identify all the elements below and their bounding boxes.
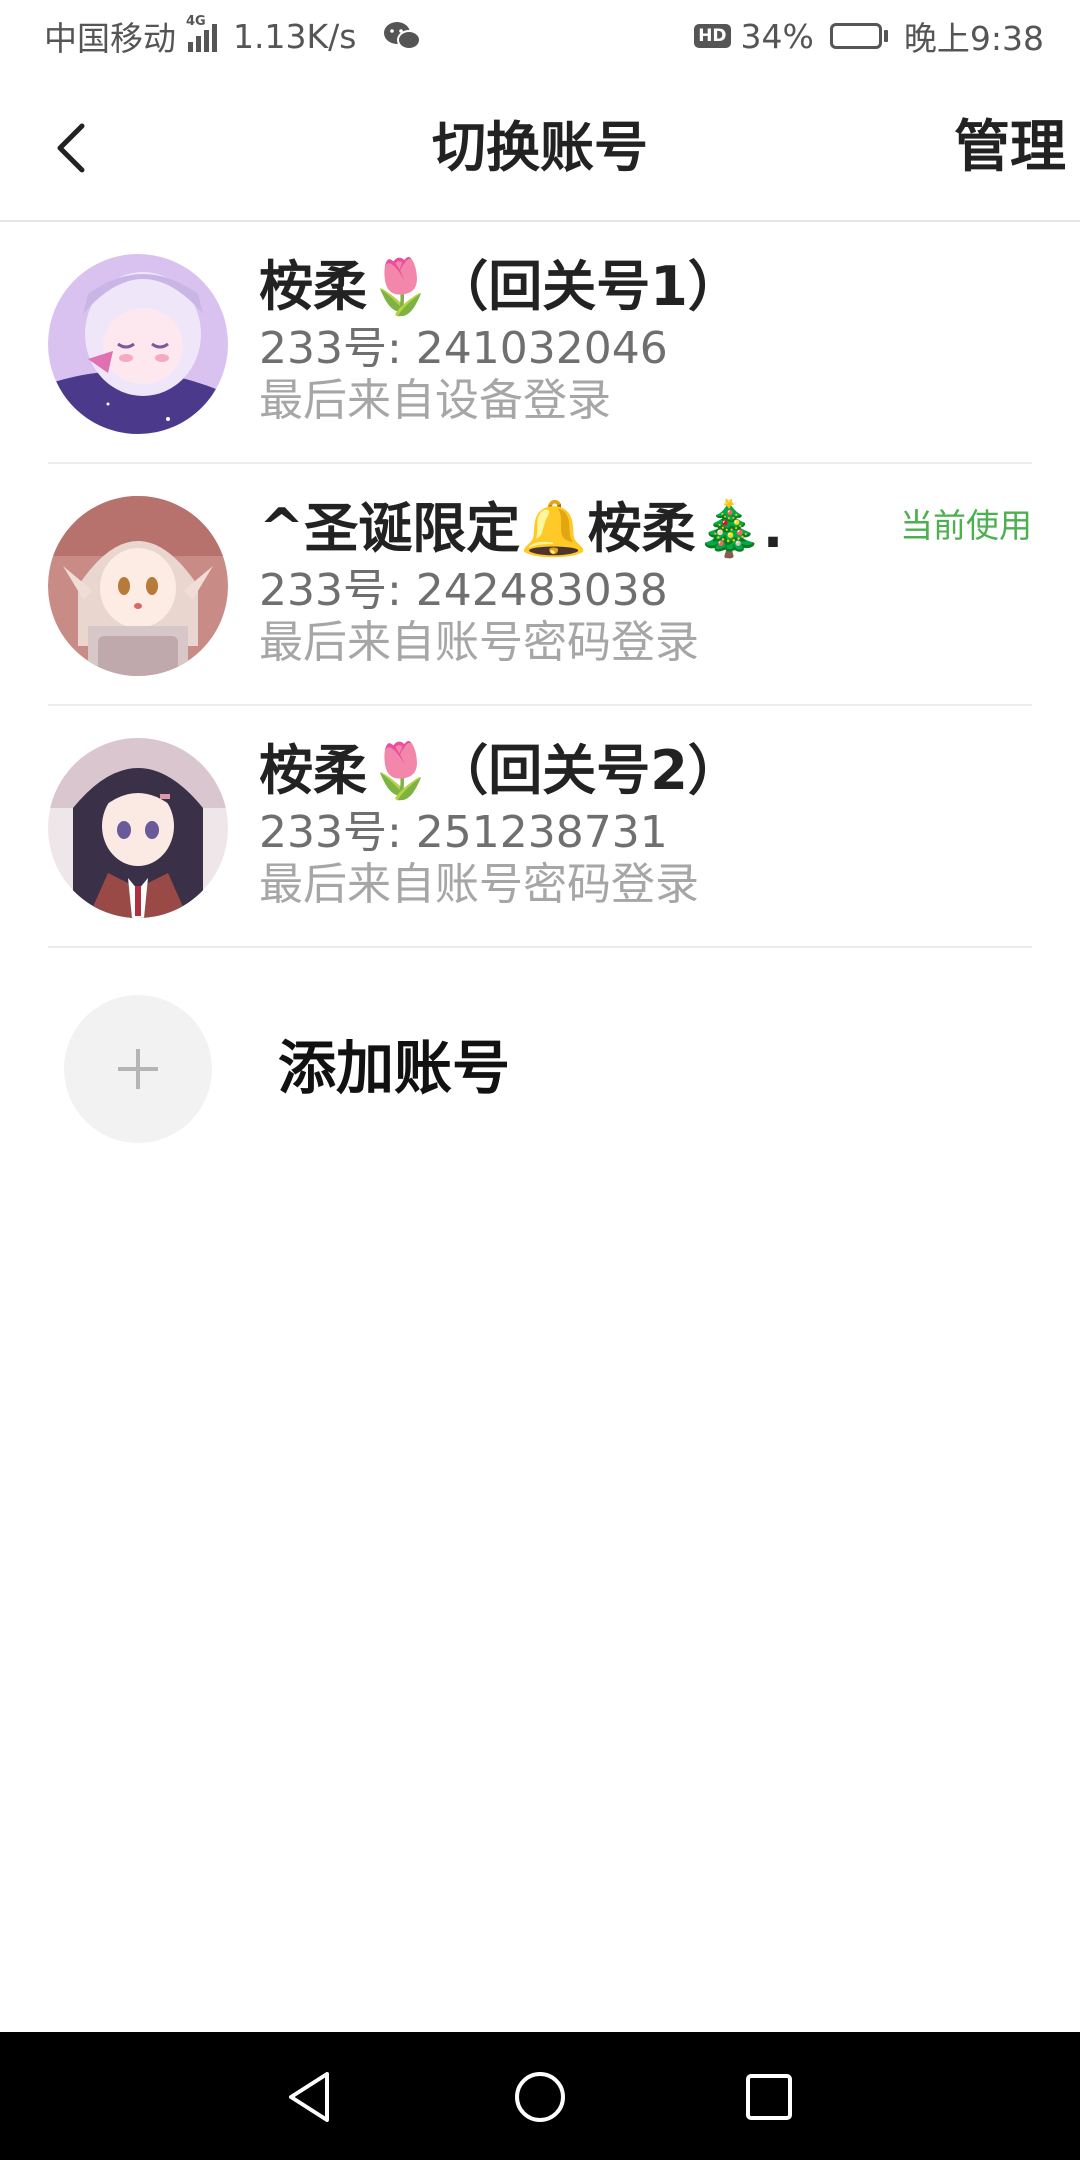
manage-button[interactable]: 管理	[954, 116, 1066, 180]
clock: 晚上9:38	[903, 19, 1044, 58]
current-account-badge: 当前使用	[900, 506, 1032, 545]
account-list: 桉柔🌷（回关号1） 233号: 241032046 最后来自设备登录 ^圣诞限定…	[0, 222, 1080, 948]
status-right: HD 34% 晚上9:38	[694, 12, 1044, 60]
account-name: ^圣诞限定🔔桉柔🎄.	[259, 497, 784, 560]
add-account-button[interactable]: 添加账号	[64, 995, 1024, 1145]
account-id: 233号: 242483038	[259, 565, 668, 616]
avatar	[48, 254, 228, 434]
circle-home-icon[interactable]	[505, 2062, 575, 2132]
account-row[interactable]: 桉柔🌷（回关号1） 233号: 241032046 最后来自设备登录	[48, 222, 1032, 464]
account-row[interactable]: ^圣诞限定🔔桉柔🎄. 当前使用 233号: 242483038 最后来自账号密码…	[48, 464, 1032, 706]
battery-percent: 34%	[740, 16, 814, 56]
plus-icon	[64, 995, 212, 1143]
wechat-icon	[384, 22, 422, 50]
account-id: 233号: 241032046	[259, 323, 668, 374]
account-id: 233号: 251238731	[259, 807, 668, 858]
square-recents-icon[interactable]	[734, 2062, 804, 2132]
avatar	[48, 738, 228, 918]
status-bar: 中国移动 4G 1.13K/s HD 34% 晚上9:38	[0, 0, 1080, 72]
triangle-back-icon[interactable]	[274, 2062, 344, 2132]
battery-icon	[829, 23, 888, 49]
network-type: 4G	[186, 14, 206, 29]
add-account-label: 添加账号	[278, 1034, 511, 1102]
account-name: 桉柔🌷（回关号1）	[259, 255, 742, 318]
page-title: 切换账号	[432, 116, 648, 179]
last-login-method: 最后来自账号密码登录	[259, 859, 699, 910]
status-left: 中国移动 4G 1.13K/s	[44, 12, 422, 60]
last-login-method: 最后来自账号密码登录	[259, 617, 699, 668]
account-row[interactable]: 桉柔🌷（回关号2） 233号: 251238731 最后来自账号密码登录	[48, 706, 1032, 948]
carrier-label: 中国移动	[44, 19, 176, 58]
signal-icon: 4G	[186, 14, 217, 52]
avatar	[48, 496, 228, 676]
system-nav-bar	[0, 2032, 1080, 2160]
last-login-method: 最后来自设备登录	[259, 375, 611, 426]
network-speed: 1.13K/s	[233, 16, 357, 56]
hd-icon: HD	[694, 24, 731, 48]
nav-bar: 切换账号 管理	[0, 72, 1080, 222]
account-name: 桉柔🌷（回关号2）	[259, 739, 742, 802]
